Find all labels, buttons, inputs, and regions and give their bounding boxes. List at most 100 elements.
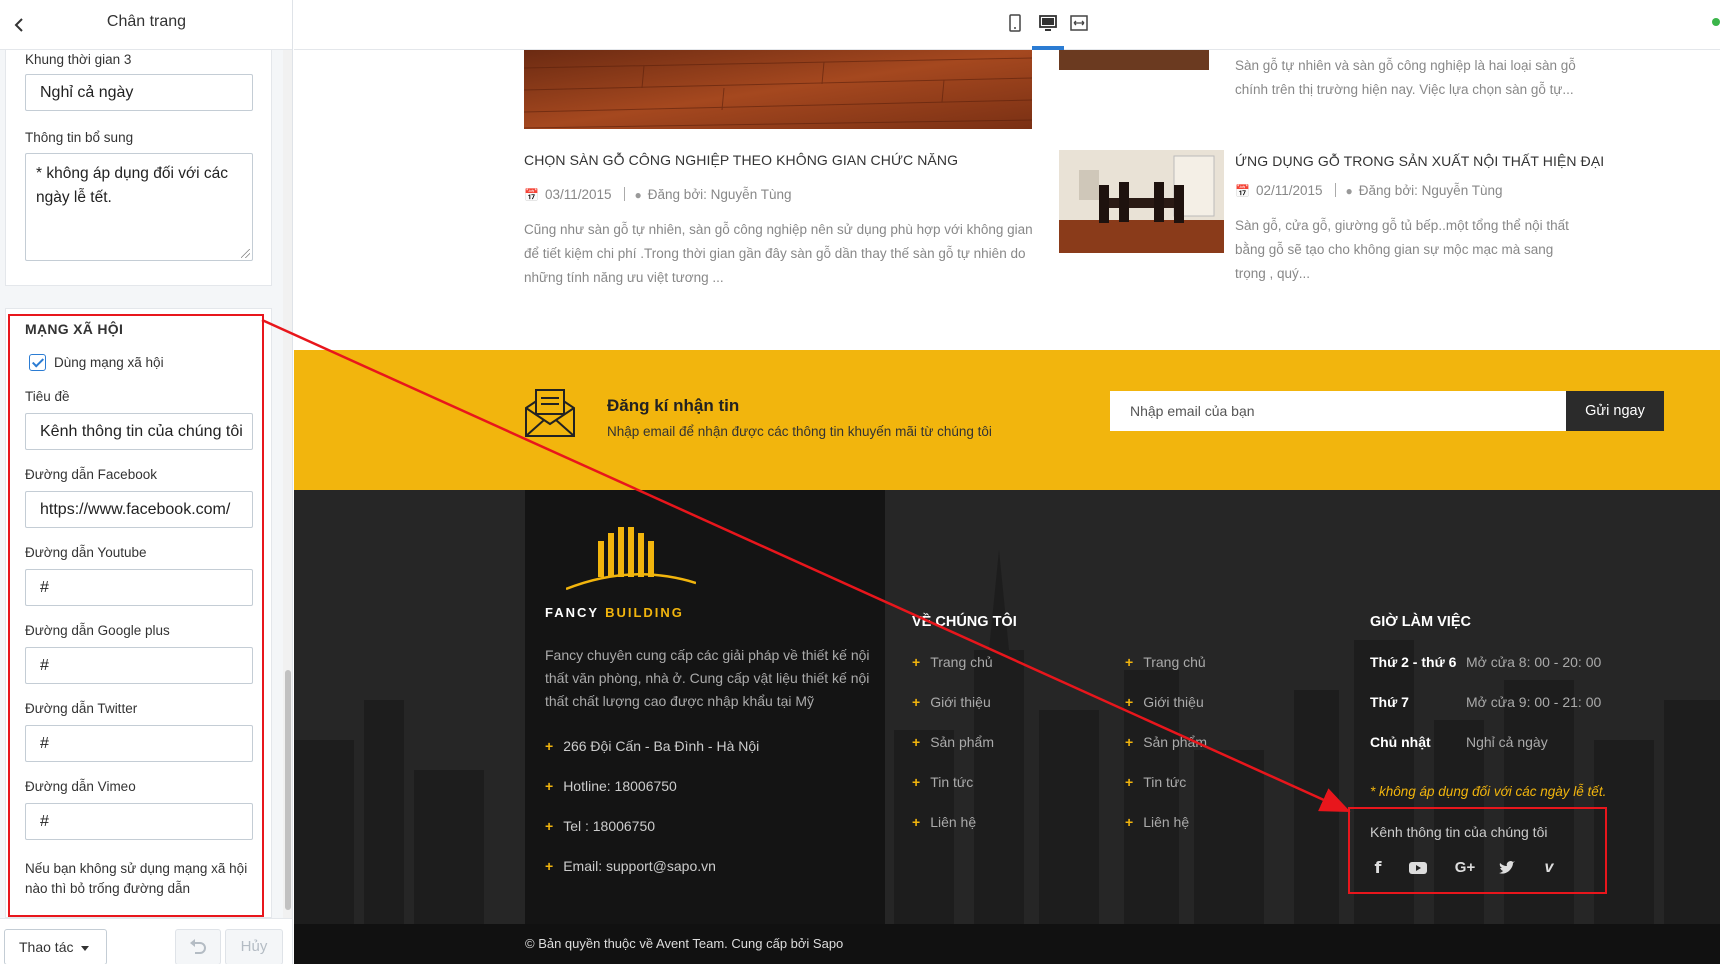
footer-link[interactable]: + Tin tức — [912, 774, 973, 790]
social-title-label: Tiêu đề — [25, 389, 70, 404]
twitter-icon[interactable] — [1496, 857, 1518, 879]
plus-icon: + — [912, 734, 921, 750]
footer-link[interactable]: + Trang chủ — [1125, 654, 1206, 670]
footer-link-label: Giới thiệu — [930, 694, 991, 710]
footer-link[interactable]: + Giới thiệu — [1125, 694, 1204, 710]
contact-email: + Email: support@sapo.vn — [545, 858, 716, 874]
copyright-text: © Bản quyền thuộc về Avent Team. Cung cấ… — [525, 936, 844, 951]
article-1-title[interactable]: CHỌN SÀN GỖ CÔNG NGHIỆP THEO KHÔNG GIAN … — [524, 152, 958, 168]
newsletter-submit-button[interactable]: Gửi ngay — [1566, 391, 1664, 431]
hours-value: Mở cửa 8: 00 - 20: 00 — [1466, 654, 1602, 670]
facebook-label: Đường dẫn Facebook — [25, 467, 157, 482]
actions-label: Thao tác — [19, 939, 74, 955]
vimeo-input[interactable]: # — [25, 803, 253, 840]
vimeo-icon[interactable]: v — [1538, 857, 1560, 879]
contact-address-text: 266 Đội Cấn - Ba Đình - Hà Nội — [563, 738, 760, 754]
user-icon: ● — [634, 188, 642, 202]
article-1-meta: 📅 03/11/2015 ● Đăng bởi: Nguyễn Tùng — [524, 187, 791, 202]
site-footer: FANCY BUILDING Fancy chuyên cung cấp các … — [294, 490, 1720, 964]
footer-link[interactable]: + Liên hệ — [1125, 814, 1189, 830]
contact-hotline-text: Hotline: 18006750 — [563, 778, 677, 794]
google-plus-icon[interactable]: G+ — [1450, 857, 1480, 879]
footer-link-label: Trang chủ — [1143, 654, 1206, 670]
article-image-dining[interactable] — [1059, 150, 1224, 253]
panel-scroll-area: Khung thời gian 3 Nghỉ cả ngày Thông tin… — [0, 50, 292, 918]
footer-link-label: Sản phẩm — [930, 734, 995, 750]
panel-header: Chân trang — [0, 0, 292, 50]
top-article-desc: Sàn gỗ tự nhiên và sàn gỗ công nghiệp là… — [1235, 58, 1576, 97]
article-image-floor[interactable] — [524, 50, 1032, 129]
use-social-checkbox[interactable] — [29, 354, 46, 371]
footer-link-label: Liên hệ — [930, 814, 977, 830]
resize-handle-icon[interactable] — [241, 249, 250, 258]
contact-email-text: Email: support@sapo.vn — [563, 858, 716, 874]
contact-hotline: + Hotline: 18006750 — [545, 778, 677, 794]
google-plus-label: Đường dẫn Google plus — [25, 623, 170, 638]
newsletter-section: Đăng kí nhận tin Nhập email để nhận được… — [294, 350, 1720, 490]
scrollbar-thumb[interactable] — [285, 670, 291, 910]
article-1-desc: Cũng như sàn gỗ tự nhiên, sàn gỗ công ng… — [524, 222, 1033, 285]
meta-divider — [623, 187, 625, 201]
article-2-title[interactable]: ỨNG DỤNG GỖ TRONG SẢN XUẤT NỘI THẤT HIỆN… — [1235, 153, 1604, 169]
article-1-date: 03/11/2015 — [544, 187, 612, 202]
brand-part-1: FANCY — [545, 605, 600, 620]
facebook-input[interactable]: https://www.facebook.com/ — [25, 491, 253, 528]
panel-title: Chân trang — [106, 13, 187, 30]
footer-brand-name: FANCY BUILDING — [545, 605, 684, 620]
footer-link-label: Sản phẩm — [1143, 734, 1208, 750]
plus-icon: + — [1125, 774, 1134, 790]
active-device-indicator — [1032, 46, 1064, 50]
footer-link-label: Trang chủ — [930, 654, 993, 670]
plus-icon: + — [912, 774, 921, 790]
hours-row: Chủ nhật Nghỉ cả ngày — [1370, 734, 1548, 750]
plus-icon: + — [545, 818, 554, 834]
extra-info-textarea[interactable]: * không áp dụng đối với các ngày lễ tết. — [25, 153, 253, 261]
youtube-input[interactable]: # — [25, 569, 253, 606]
plus-icon: + — [1125, 734, 1134, 750]
facebook-icon[interactable]: f — [1367, 857, 1389, 879]
contact-address: +266 Đội Cấn - Ba Đình - Hà Nội — [545, 738, 759, 754]
hours-day: Thứ 2 - thứ 6 — [1370, 654, 1457, 670]
footer-link-label: Tin tức — [1143, 774, 1187, 790]
footer-link[interactable]: + Liên hệ — [912, 814, 976, 830]
plus-icon: + — [1125, 654, 1134, 670]
google-plus-input[interactable]: # — [25, 647, 253, 684]
hours-row: Thứ 2 - thứ 6 Mở cửa 8: 00 - 20: 00 — [1370, 654, 1601, 670]
cancel-button[interactable]: Hủy — [225, 929, 283, 964]
fullwidth-icon[interactable] — [1070, 14, 1088, 32]
contact-tel-text: Tel : 18006750 — [563, 818, 656, 834]
footer-link[interactable]: + Trang chủ — [912, 654, 993, 670]
newsletter-email-input[interactable]: Nhập email của bạn — [1110, 391, 1566, 431]
undo-button[interactable] — [175, 929, 221, 964]
desktop-icon[interactable] — [1039, 14, 1057, 32]
hours-value: Mở cửa 9: 00 - 21: 00 — [1466, 694, 1602, 710]
youtube-icon[interactable] — [1407, 857, 1429, 879]
plus-icon: + — [1125, 814, 1134, 830]
wood-floor-image — [524, 50, 1032, 129]
plus-icon: + — [545, 778, 554, 794]
meta-divider — [1334, 183, 1336, 197]
footer-link[interactable]: + Giới thiệu — [912, 694, 991, 710]
article-1-author: Đăng bởi: Nguyễn Tùng — [647, 187, 792, 202]
twitter-label: Đường dẫn Twitter — [25, 701, 138, 716]
social-title-input[interactable]: Kênh thông tin của chúng tôi — [25, 413, 253, 450]
panel-footer: Thao tác Hủy — [0, 918, 292, 964]
plus-icon: + — [545, 738, 554, 754]
plus-icon: + — [912, 694, 921, 710]
actions-dropdown-button[interactable]: Thao tác — [4, 929, 107, 964]
footer-link[interactable]: + Sản phẩm — [912, 734, 994, 750]
hours-day: Thứ 7 — [1370, 694, 1409, 710]
panel-scrollbar[interactable] — [283, 50, 292, 918]
article-thumb-top[interactable] — [1059, 50, 1209, 70]
opening-hours-card: Khung thời gian 3 Nghỉ cả ngày Thông tin… — [5, 50, 272, 286]
footer-link-label: Giới thiệu — [1143, 694, 1204, 710]
footer-link[interactable]: + Tin tức — [1125, 774, 1186, 790]
hours-heading: GIỜ LÀM VIỆC — [1370, 614, 1471, 630]
mobile-icon[interactable] — [1006, 14, 1024, 32]
social-card: MẠNG XÃ HỘI Dùng mạng xã hội Tiêu đề Kên… — [5, 308, 272, 918]
twitter-input[interactable]: # — [25, 725, 253, 762]
time3-input[interactable]: Nghỉ cả ngày — [25, 74, 253, 111]
footer-link[interactable]: + Sản phẩm — [1125, 734, 1207, 750]
article-2-meta: 📅 02/11/2015 ● Đăng bởi: Nguyễn Tùng — [1235, 183, 1502, 198]
undo-icon — [190, 939, 206, 954]
